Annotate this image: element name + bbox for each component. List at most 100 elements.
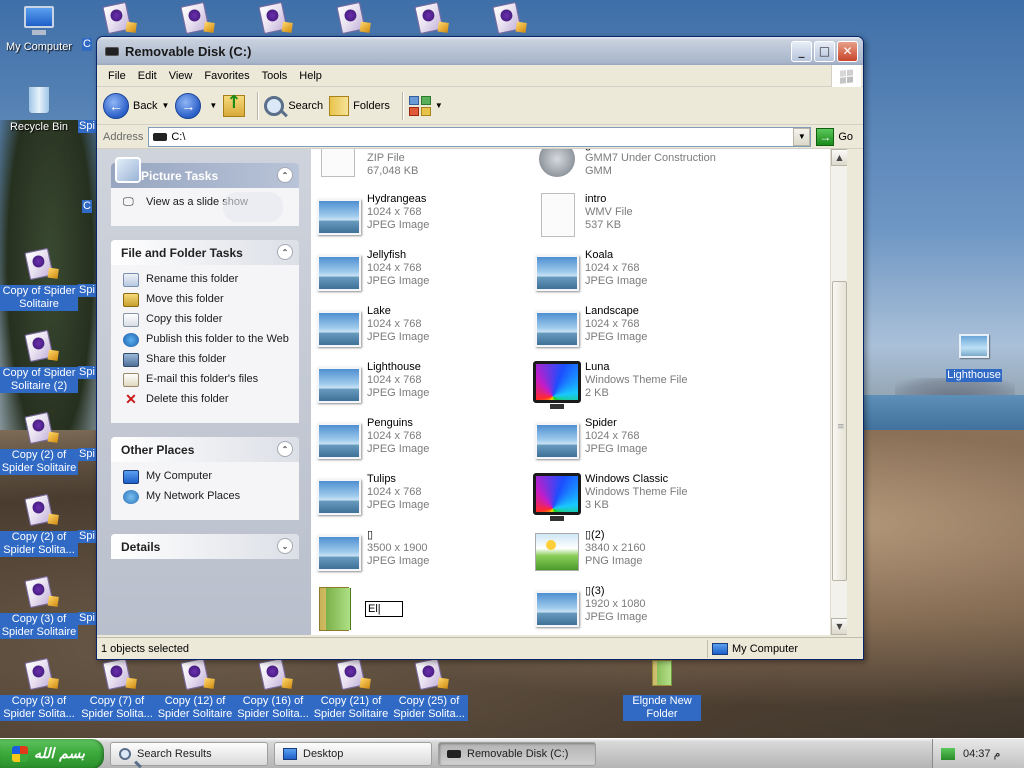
menu-tools[interactable]: Tools [256,70,294,82]
go-arrow-icon[interactable]: → [816,127,835,146]
desktop-icon[interactable]: Copy (16) of Spider Solita... [234,657,312,721]
desktop-icon[interactable]: Elgnde New Folder [623,658,701,721]
start-button[interactable]: بسم الله [0,738,104,768]
file-item[interactable]: ExtractZIP File67,048 KB [315,149,525,195]
file-item[interactable]: Koala 1024 x 768 JPEG Image [533,249,743,305]
desktop-icon[interactable]: Copy (2) of Spider Solita... [0,493,78,557]
search-button[interactable]: Search [264,95,323,116]
vertical-scrollbar[interactable]: ▲ ▼ [830,149,847,635]
file-item[interactable]: Lighthouse 1024 x 768 JPEG Image [315,361,525,417]
folders-button[interactable]: Folders [329,95,390,116]
forward-dropdown-icon[interactable]: ▼ [209,101,217,110]
views-dropdown-icon[interactable]: ▼ [435,101,443,110]
desktop-icon[interactable]: My Computer [0,4,78,54]
close-button[interactable]: ✕ [837,40,858,62]
file-item[interactable]: ▯(2) 3840 x 2160 PNG Image [533,529,743,585]
desktop-icon-label-partial[interactable]: Spi [78,448,96,461]
desktop-icon-label-partial[interactable]: Spi [78,530,96,543]
expand-icon[interactable]: ⌄ [277,538,293,554]
desktop-icon[interactable]: Lighthouse [935,330,1013,382]
file-item[interactable]: Hydrangeas 1024 x 768 JPEG Image [315,193,525,249]
scroll-down-icon[interactable]: ▼ [831,618,847,635]
menu-view[interactable]: View [163,70,199,82]
desktop-icon[interactable]: Copy (7) of Spider Solita... [78,657,156,721]
desktop-icon[interactable]: Copy (25) of Spider Solita... [390,657,468,721]
rename-icon [123,273,139,287]
forward-button[interactable]: → ▼ [175,92,217,119]
minimize-button[interactable]: _ [791,40,812,62]
back-button[interactable]: ← Back ▼ [103,92,169,119]
menu-help[interactable]: Help [293,70,328,82]
task-share[interactable]: Share this folder [123,353,291,367]
scroll-up-icon[interactable]: ▲ [831,149,847,166]
file-item[interactable]: ▯ 3500 x 1900 JPEG Image [315,529,525,585]
desktop-icon[interactable]: Copy (3) of Spider Solita... [0,657,78,721]
task-delete[interactable]: ✕ Delete this folder [123,392,291,407]
menu-file[interactable]: File [102,70,132,82]
place-my-computer[interactable]: My Computer [123,470,291,484]
scrollbar-thumb[interactable] [832,281,847,581]
task-desktop[interactable]: Desktop [274,741,432,766]
file-item[interactable]: Spider 1024 x 768 JPEG Image [533,417,743,473]
desktop-icon[interactable]: Copy (2) of Spider Solitaire [0,411,78,475]
desktop-icon-label-partial[interactable]: Spi [78,120,96,133]
task-copy[interactable]: Copy this folder [123,313,291,327]
desktop-icon[interactable]: Copy (3) of Spider Solitaire [0,575,78,639]
task-search-results[interactable]: Search Results [110,741,268,766]
collapse-icon[interactable]: ⌃ [277,441,293,457]
views-button[interactable]: ▼ [408,95,443,116]
collapse-icon[interactable]: ⌃ [277,167,293,183]
other-places-header[interactable]: Other Places ⌃ [111,437,299,462]
task-removable-disk[interactable]: Removable Disk (C:) [438,741,596,766]
desktop-icon[interactable]: Copy of Spider Solitaire (2) [0,329,78,393]
task-rename[interactable]: Rename this folder [123,273,291,287]
back-dropdown-icon[interactable]: ▼ [161,101,169,110]
file-item[interactable]: intro WMV File 537 KB [533,193,743,249]
desktop-icon[interactable]: Copy (21) of Spider Solitaire [312,657,390,721]
file-item[interactable]: gmmGMM7 Under ConstructionGMM [533,149,743,195]
desktop-icon-label-partial[interactable]: Spi [78,612,96,625]
details-header[interactable]: Details ⌄ [111,534,299,559]
desktop-icon[interactable] [390,1,468,39]
address-dropdown-icon[interactable]: ▼ [793,127,811,146]
maximize-button[interactable]: □ [814,40,835,62]
desktop-icon[interactable]: Recycle Bin [0,84,78,134]
file-item[interactable]: Luna Windows Theme File 2 KB [533,361,743,417]
file-item[interactable]: ▯(3) 1920 x 1080 JPEG Image [533,585,743,635]
place-my-network[interactable]: My Network Places [123,490,291,504]
desktop-icon-label-partial[interactable]: C [78,200,96,213]
desktop-icon[interactable] [156,1,234,39]
file-folder-tasks-header[interactable]: File and Folder Tasks ⌃ [111,240,299,265]
desktop-icon[interactable]: Copy of Spider Solitaire [0,247,78,311]
picture-tasks-header[interactable]: Picture Tasks ⌃ [111,157,299,188]
title-bar[interactable]: Removable Disk (C:) _ □ ✕ [97,37,863,65]
desktop-icon[interactable] [234,1,312,39]
desktop-icon-label-partial[interactable]: C [78,38,96,51]
file-item[interactable]: Windows Classic Windows Theme File 3 KB [533,473,743,529]
desktop-icon-label-partial[interactable]: Spi [78,366,96,379]
up-button[interactable] [223,92,246,117]
address-field[interactable]: C:\ [148,126,812,147]
go-button[interactable]: Go [838,131,853,143]
desktop-icon-label-partial[interactable]: Spi [78,284,96,297]
file-item[interactable]: Landscape 1024 x 768 JPEG Image [533,305,743,361]
menu-favorites[interactable]: Favorites [198,70,255,82]
desktop-icon[interactable] [78,1,156,39]
task-label: Share this folder [146,353,227,365]
file-item[interactable]: Lake 1024 x 768 JPEG Image [315,305,525,361]
network-tray-icon[interactable] [941,747,955,760]
desktop-icon[interactable] [468,1,546,39]
menu-edit[interactable]: Edit [132,70,163,82]
task-publish[interactable]: Publish this folder to the Web [123,333,291,347]
task-move[interactable]: Move this folder [123,293,291,307]
file-item[interactable]: Jellyfish 1024 x 768 JPEG Image [315,249,525,305]
clock[interactable]: 04:37 م [963,747,1000,760]
desktop-icon[interactable]: Copy (12) of Spider Solitaire [156,657,234,721]
collapse-icon[interactable]: ⌃ [277,244,293,260]
file-item[interactable]: Penguins 1024 x 768 JPEG Image [315,417,525,473]
file-item[interactable]: El| [315,585,525,635]
desktop-icon[interactable] [312,1,390,39]
task-email[interactable]: E-mail this folder's files [123,373,291,387]
file-item[interactable]: Tulips 1024 x 768 JPEG Image [315,473,525,529]
rename-input[interactable]: El| [365,601,403,617]
